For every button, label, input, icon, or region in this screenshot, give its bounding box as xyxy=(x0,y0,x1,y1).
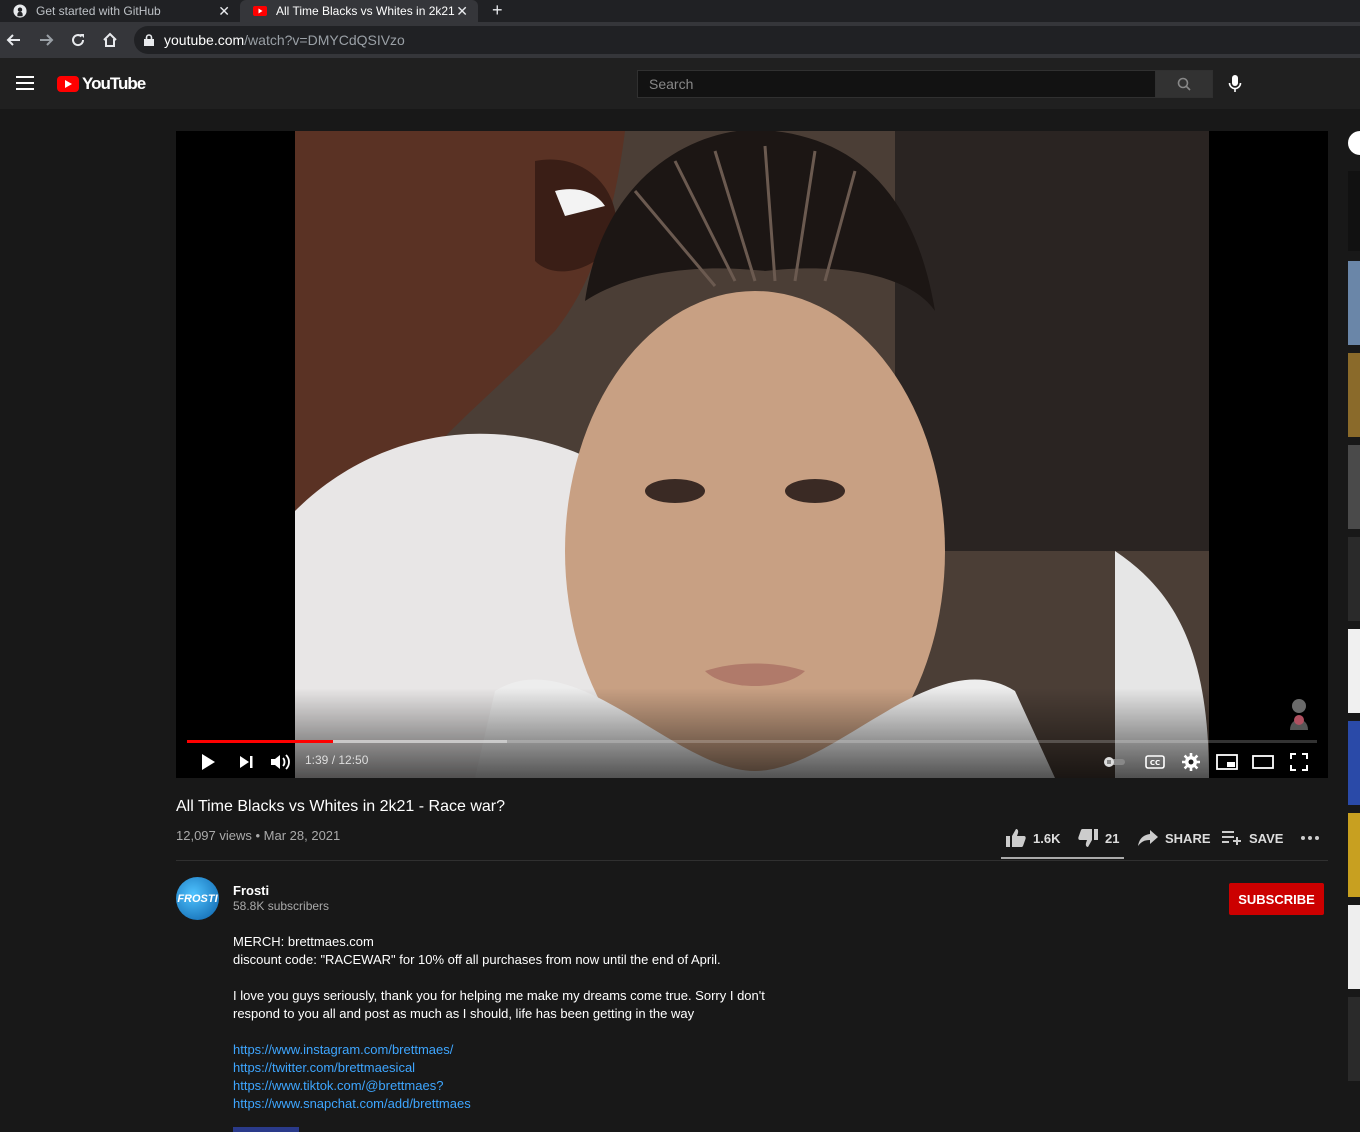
home-icon[interactable] xyxy=(100,30,120,50)
closed-captions-icon: CC xyxy=(1145,755,1165,769)
new-tab-icon[interactable]: + xyxy=(492,0,503,22)
close-tab-icon[interactable]: ✕ xyxy=(218,3,230,20)
youtube-favicon-icon xyxy=(252,3,268,19)
more-horizontal-icon xyxy=(1301,836,1319,840)
related-thumbnail[interactable] xyxy=(1348,905,1360,989)
mute-button[interactable] xyxy=(268,750,294,774)
reload-icon[interactable] xyxy=(68,30,88,50)
video-title: All Time Blacks vs Whites in 2k21 - Race… xyxy=(176,798,505,815)
fullscreen-button[interactable] xyxy=(1286,750,1312,774)
youtube-header: YouTube Search xyxy=(0,58,1360,109)
back-icon[interactable] xyxy=(4,30,24,50)
youtube-logo[interactable]: YouTube xyxy=(57,74,146,94)
voice-search-button[interactable] xyxy=(1224,73,1246,95)
subscriber-count: 58.8K subscribers xyxy=(233,899,330,913)
search-input[interactable]: Search xyxy=(637,70,1156,98)
lock-icon xyxy=(144,34,154,46)
related-thumbnail[interactable] xyxy=(1348,171,1360,251)
url-path: /watch?v=DMYCdQSIVzo xyxy=(244,32,405,48)
description-line: MERCH: brettmaes.com xyxy=(233,934,374,949)
more-actions-button[interactable] xyxy=(1300,828,1327,848)
channel-name[interactable]: Frosti xyxy=(233,883,269,898)
skip-next-icon xyxy=(240,756,253,768)
tab-youtube[interactable]: All Time Blacks vs Whites in 2k21 ✕ xyxy=(240,0,478,22)
search-icon xyxy=(1177,77,1191,91)
search-button[interactable] xyxy=(1155,70,1213,98)
miniplayer-button[interactable] xyxy=(1214,750,1240,774)
description-line: I love you guys seriously, thank you for… xyxy=(233,988,765,1003)
save-button[interactable]: SAVE xyxy=(1222,828,1283,848)
video-player[interactable]: 1:39 / 12:50 CC xyxy=(176,131,1328,778)
browser-toolbar: youtube.com/watch?v=DMYCdQSIVzo xyxy=(0,22,1360,58)
close-tab-icon[interactable]: ✕ xyxy=(456,3,468,20)
description-line: respond to you all and post as much as I… xyxy=(233,1006,695,1021)
related-thumbnail[interactable] xyxy=(1348,629,1360,713)
url-host: youtube.com xyxy=(164,32,245,48)
theater-mode-button[interactable] xyxy=(1250,750,1276,774)
play-icon xyxy=(202,754,215,770)
related-thumbnail[interactable] xyxy=(1348,721,1360,805)
youtube-logo-text: YouTube xyxy=(82,74,146,93)
fullscreen-icon xyxy=(1290,753,1308,771)
channel-avatar[interactable]: FROSTI xyxy=(176,877,219,920)
hamburger-menu-icon[interactable] xyxy=(16,76,34,90)
video-meta: 12,097 views • Mar 28, 2021 xyxy=(176,828,341,843)
divider xyxy=(176,860,1328,861)
subscribe-button[interactable]: SUBSCRIBE xyxy=(1229,883,1324,915)
like-ratio-bar xyxy=(1001,857,1124,859)
tab-title: All Time Blacks vs Whites in 2k21 xyxy=(276,4,455,18)
tab-strip: Get started with GitHub ✕ All Time Black… xyxy=(0,0,1360,22)
play-button[interactable] xyxy=(196,750,220,774)
forward-icon[interactable] xyxy=(36,30,56,50)
share-label: SHARE xyxy=(1165,830,1211,846)
thumbs-down-icon xyxy=(1078,829,1098,847)
description-line: discount code: "RACEWAR" for 10% off all… xyxy=(233,952,721,967)
dislike-count: 21 xyxy=(1105,830,1120,846)
related-thumbnail[interactable] xyxy=(1348,997,1360,1081)
tiktok-link[interactable]: https://www.tiktok.com/@brettmaes? xyxy=(233,1078,443,1093)
next-button[interactable] xyxy=(234,750,258,774)
gear-icon xyxy=(1182,753,1200,771)
twitter-link[interactable]: https://twitter.com/brettmaesical xyxy=(233,1060,415,1075)
tab-github[interactable]: Get started with GitHub ✕ xyxy=(0,0,240,22)
video-frame xyxy=(295,131,1209,778)
video-still-image xyxy=(295,131,1209,778)
related-videos-strip xyxy=(1348,131,1360,1132)
progress-bar[interactable] xyxy=(187,740,1317,743)
autoplay-toggle[interactable] xyxy=(1102,750,1128,774)
played-bar xyxy=(187,740,333,743)
like-button[interactable]: 1.6K xyxy=(1006,828,1060,848)
microphone-icon xyxy=(1228,75,1242,92)
svg-text:CC: CC xyxy=(1150,759,1160,767)
theater-mode-icon xyxy=(1252,755,1274,769)
settings-button[interactable] xyxy=(1178,750,1204,774)
time-display: 1:39 / 12:50 xyxy=(305,753,369,767)
like-count: 1.6K xyxy=(1033,830,1061,846)
autoplay-toggle-icon xyxy=(1104,757,1125,767)
youtube-play-logo-icon xyxy=(57,76,79,92)
dislike-button[interactable]: 21 xyxy=(1078,828,1119,848)
subtitles-button[interactable]: CC xyxy=(1142,750,1168,774)
share-button[interactable]: SHARE xyxy=(1138,828,1211,848)
related-thumbnail[interactable] xyxy=(1348,445,1360,529)
related-filter-chip[interactable] xyxy=(1348,131,1360,155)
volume-icon xyxy=(271,754,290,770)
save-label: SAVE xyxy=(1249,830,1284,846)
instagram-link[interactable]: https://www.instagram.com/brettmaes/ xyxy=(233,1042,453,1057)
related-thumbnail[interactable] xyxy=(1348,537,1360,621)
add-to-playlist-icon xyxy=(1222,831,1241,845)
address-bar[interactable]: youtube.com/watch?v=DMYCdQSIVzo xyxy=(134,26,1360,54)
github-icon xyxy=(12,3,28,19)
related-thumbnail[interactable] xyxy=(1348,813,1360,897)
miniplayer-icon xyxy=(1216,754,1238,770)
related-thumbnail[interactable] xyxy=(1348,261,1360,345)
share-icon xyxy=(1138,830,1158,846)
snapchat-link[interactable]: https://www.snapchat.com/add/brettmaes xyxy=(233,1096,471,1111)
related-thumbnail[interactable] xyxy=(1348,353,1360,437)
thumbs-up-icon xyxy=(1006,829,1026,847)
channel-watermark-icon[interactable] xyxy=(1286,696,1312,732)
description-image xyxy=(233,1127,299,1132)
tab-title: Get started with GitHub xyxy=(36,4,161,18)
